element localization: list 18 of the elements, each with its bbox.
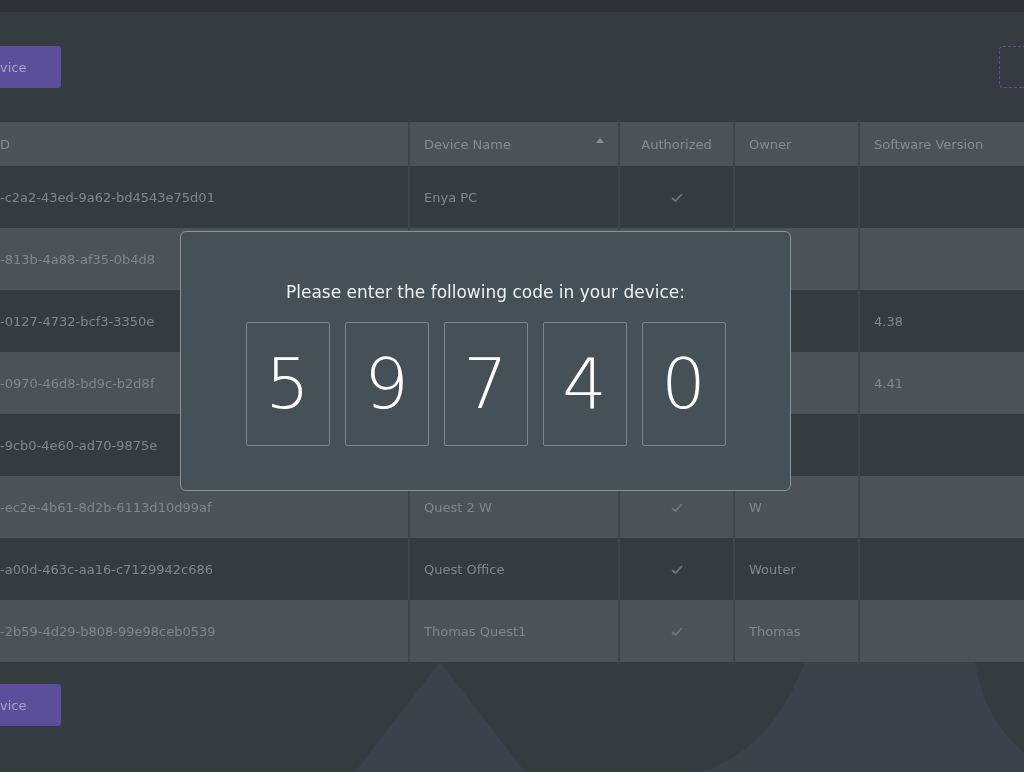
- code-digit: 9: [344, 322, 429, 446]
- dialog-message: Please enter the following code in your device:: [286, 282, 685, 302]
- code-digit: 7: [443, 322, 528, 446]
- table-cell: Enya PC: [424, 189, 478, 205]
- table-cell: Wouter: [749, 561, 796, 577]
- column-header[interactable]: Software Version: [860, 122, 1024, 166]
- table-cell: -c2a2-43ed-9a62-bd4543e75d01: [0, 189, 215, 205]
- code-digit: 0: [641, 322, 726, 446]
- table-cell: 4.38: [874, 313, 903, 329]
- table-cell: -0127-4732-bcf3-3350e: [0, 313, 155, 329]
- code-digit: 4: [542, 322, 627, 446]
- outlined-button[interactable]: [999, 46, 1024, 88]
- code-digit: 5: [245, 322, 330, 446]
- table-cell: Quest Office: [424, 561, 505, 577]
- add-button[interactable]: vice: [0, 46, 61, 88]
- add-button[interactable]: vice: [0, 684, 61, 726]
- table-cell: -9cb0-4e60-ad70-9875e: [0, 437, 158, 453]
- table-cell: -a00d-463c-aa16-c7129942c686: [0, 561, 213, 577]
